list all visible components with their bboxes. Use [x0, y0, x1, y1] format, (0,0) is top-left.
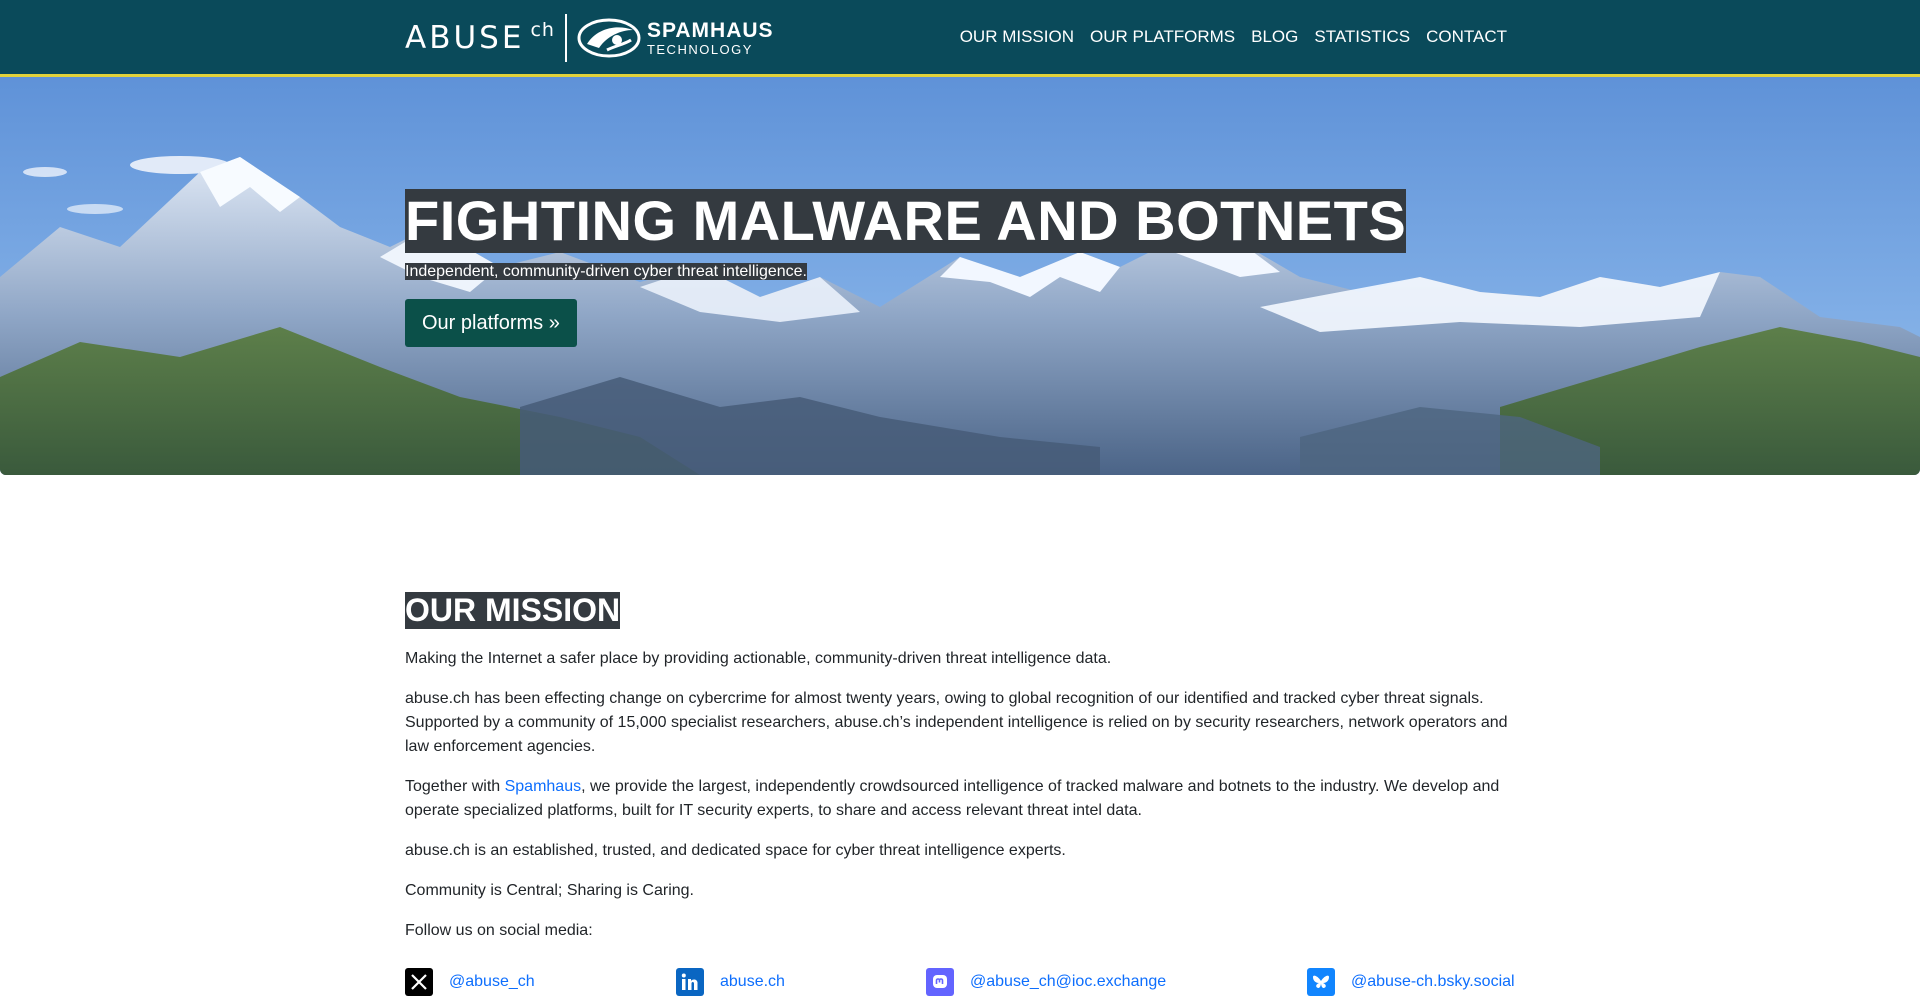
our-platforms-button[interactable]: Our platforms »	[405, 299, 577, 347]
spamhaus-logo[interactable]: SPAMHAUS TECHNOLOGY	[577, 18, 774, 58]
social-links: @abuse_ch abuse.ch @abuse_ch@ioc.exchang…	[405, 968, 1525, 996]
follow-us-text: Follow us on social media:	[405, 922, 593, 939]
nav-our-mission[interactable]: OUR MISSION	[960, 27, 1074, 47]
mission-section: OUR MISSION Making the Internet a safer …	[405, 592, 1515, 959]
social-linkedin-label: abuse.ch	[720, 973, 785, 990]
linkedin-icon	[676, 968, 704, 996]
nav-blog[interactable]: BLOG	[1251, 27, 1298, 47]
top-navbar: ABUSE ch SPAMHAUS TECHNOLOGY OUR MISSION…	[0, 0, 1920, 77]
mastodon-icon	[926, 968, 954, 996]
social-bluesky-label: @abuse-ch.bsky.social	[1351, 973, 1515, 990]
spamhaus-emblem-icon	[577, 18, 641, 58]
social-x-link[interactable]: @abuse_ch	[405, 968, 535, 996]
main-nav: OUR MISSION OUR PLATFORMS BLOG STATISTIC…	[944, 0, 1507, 74]
spamhaus-logo-sub: TECHNOLOGY	[646, 42, 753, 57]
mission-paragraph-4: abuse.ch is an established, trusted, and…	[405, 842, 1066, 859]
social-x-label: @abuse_ch	[449, 973, 535, 990]
bluesky-icon	[1307, 968, 1335, 996]
abuse-logo-ch: ch	[530, 19, 555, 41]
brand-divider	[564, 14, 567, 62]
nav-our-platforms[interactable]: OUR PLATFORMS	[1090, 27, 1235, 47]
hero-subtitle-wrap: Independent, community-driven cyber thre…	[405, 262, 1406, 281]
nav-contact[interactable]: CONTACT	[1426, 27, 1507, 47]
mission-paragraph-3: Together with Spamhaus, we provide the l…	[405, 775, 1515, 823]
hero-title: FIGHTING MALWARE AND BOTNETS	[405, 189, 1407, 253]
hero-content: FIGHTING MALWARE AND BOTNETS Independent…	[405, 189, 1407, 347]
spamhaus-link[interactable]: Spamhaus	[505, 778, 582, 795]
mission-title: OUR MISSION	[405, 592, 621, 629]
abuse-logo-text: ABUSE	[405, 20, 525, 56]
mission-paragraph-1: Making the Internet a safer place by pro…	[405, 650, 1112, 667]
social-bluesky-link[interactable]: @abuse-ch.bsky.social	[1307, 968, 1515, 996]
hero-banner: FIGHTING MALWARE AND BOTNETS Independent…	[0, 77, 1920, 475]
mission-paragraph-5: Community is Central; Sharing is Caring.	[405, 882, 694, 899]
x-icon	[405, 968, 433, 996]
mission-paragraph-2: abuse.ch has been effecting change on cy…	[405, 690, 1508, 755]
spamhaus-logo-name: SPAMHAUS	[646, 19, 774, 42]
brand[interactable]: ABUSE ch SPAMHAUS TECHNOLOGY	[405, 14, 774, 62]
nav-statistics[interactable]: STATISTICS	[1314, 27, 1410, 47]
social-mastodon-label: @abuse_ch@ioc.exchange	[970, 973, 1167, 990]
hero-subtitle: Independent, community-driven cyber thre…	[405, 263, 807, 280]
social-mastodon-link[interactable]: @abuse_ch@ioc.exchange	[926, 968, 1166, 996]
mission-p3-before: Together with	[405, 778, 505, 795]
abuse-ch-logo[interactable]: ABUSE ch	[405, 14, 555, 62]
social-linkedin-link[interactable]: abuse.ch	[676, 968, 785, 996]
